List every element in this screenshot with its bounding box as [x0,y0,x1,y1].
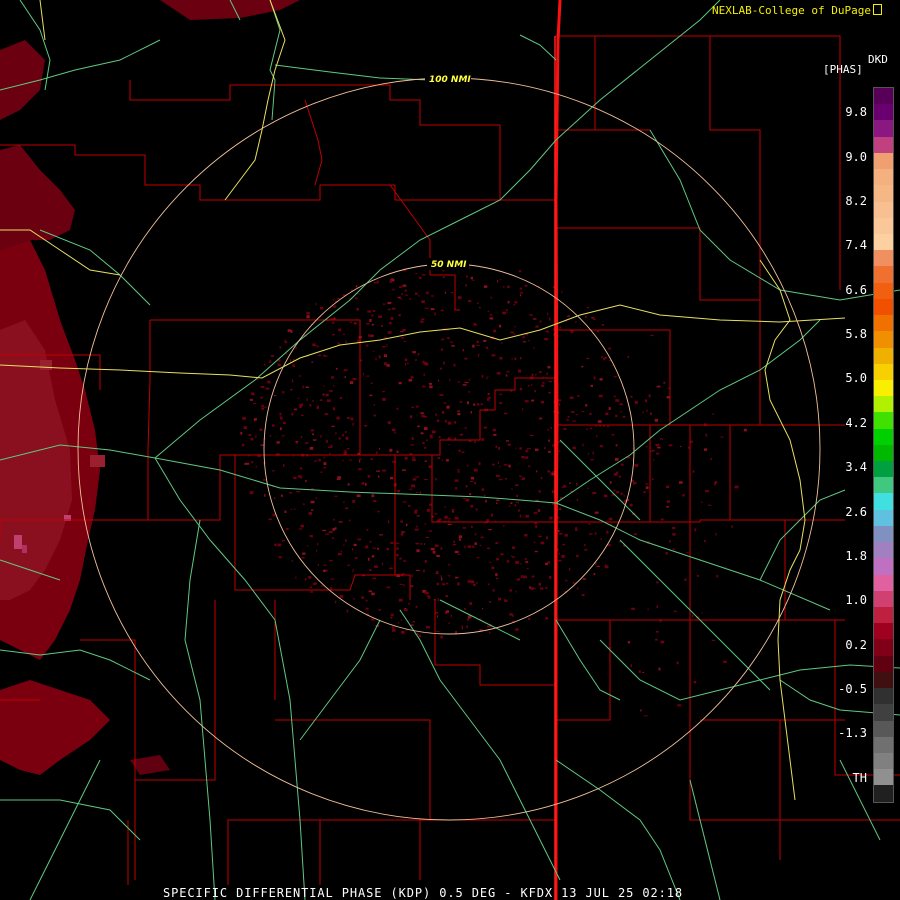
color-scale-segment [874,282,893,299]
color-scale-tick-label: 0.2 [845,638,867,652]
color-scale-segment [874,607,893,624]
color-scale-segment [874,250,893,267]
radar-map: 100 NMI 50 NMI [0,0,900,900]
credit-label: NEXLAB-College of DuPage [712,4,882,17]
color-scale-segment [874,736,893,753]
color-scale-tick-label: 5.0 [845,371,867,385]
color-scale-segment [874,379,893,397]
color-scale-tick-label: 7.4 [845,238,867,252]
color-scale-tick-label: 1.8 [845,549,867,563]
color-scale-tick-label: TH [852,771,867,785]
color-scale-segment [874,266,893,283]
color-scale-tick-label: 2.6 [845,505,867,519]
color-scale-segment [874,461,893,478]
color-scale-segment [874,525,893,543]
color-scale-segment [874,412,893,429]
color-scale-segment [874,558,893,575]
color-scale-segment [874,104,893,121]
color-scale-tick-label: 9.8 [845,105,867,119]
color-scale-segment [874,720,893,737]
color-scale-segment [874,185,893,202]
credit-text: NEXLAB-College of DuPage [712,4,871,17]
color-scale-tick-label: 4.2 [845,416,867,430]
color-scale-tick-label: -0.5 [838,682,867,696]
county-boundaries [0,35,900,885]
units-label: [PHAS] [823,63,863,76]
range-ring-100nmi [77,77,821,821]
color-scale-tick-label: 3.4 [845,460,867,474]
range-ring-50nmi-label: 50 NMI [431,260,467,270]
color-scale-segment [874,444,893,462]
interstates [0,0,846,801]
color-scale-segment [874,298,893,316]
color-scale-segment [874,217,893,234]
color-scale-tick-label: 9.0 [845,150,867,164]
color-scale-segment [874,363,893,380]
product-footer: SPECIFIC DIFFERENTIAL PHASE (KDP) 0.5 DE… [163,886,683,900]
color-scale-tick-label: -1.3 [838,726,867,740]
color-scale-segment [874,590,893,607]
color-scale-segment [874,315,893,332]
color-scale-segment [874,331,893,348]
color-scale-segment [874,785,893,802]
color-scale-segment [874,477,893,494]
color-scale-segment [874,671,893,689]
registered-icon [872,4,882,15]
color-scale-segment [874,509,893,526]
color-scale-segment [874,639,893,656]
color-scale-segment [874,347,893,364]
color-scale-segment [874,88,893,105]
color-scale-segment [874,396,893,413]
color-scale-segment [874,428,893,445]
color-scale-segment [874,688,893,705]
product-code: DKD [868,53,888,66]
color-scale-tick-label: 8.2 [845,194,867,208]
color-scale-segment [874,493,893,510]
radar-clutter [240,260,747,717]
range-rings [77,77,821,821]
color-scale-segment [874,233,893,251]
color-scale-tick-label: 5.8 [845,327,867,341]
color-scale-segment [874,201,893,218]
color-scale-segment [874,655,893,672]
color-scale-segment [874,152,893,170]
color-scale-segment [874,136,893,153]
state-boundary [554,0,562,900]
color-scale-segment [874,752,893,770]
color-scale-segment [874,542,893,559]
color-scale-segment [874,169,893,186]
color-scale-bar [873,87,894,803]
color-scale-segment [874,574,893,591]
range-ring-100nmi-label: 100 NMI [429,75,471,85]
color-scale-tick-label: 1.0 [845,593,867,607]
color-scale-segment [874,120,893,137]
color-scale-segment [874,704,893,721]
color-scale-tick-label: 6.6 [845,283,867,297]
color-scale-segment [874,769,893,786]
color-scale-segment [874,623,893,640]
